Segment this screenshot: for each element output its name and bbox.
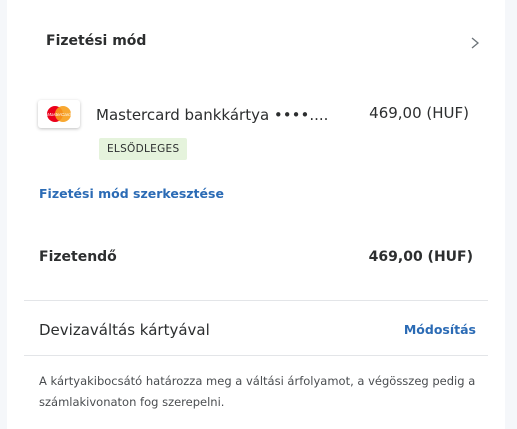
edit-payment-method-link[interactable]: Fizetési mód szerkesztése — [39, 186, 224, 201]
divider — [24, 300, 488, 301]
mastercard-logo-text: MasterCard — [47, 112, 71, 117]
total-value: 469,00 (HUF) — [368, 249, 473, 265]
conversion-label: Devizaváltás kártyával — [39, 321, 210, 339]
payment-method-header[interactable]: Fizetési mód — [46, 31, 486, 55]
mastercard-logo-icon: MasterCard — [38, 100, 80, 128]
card-name: Mastercard bankkártya ••••.... — [96, 106, 329, 124]
payment-panel: Fizetési mód MasterCard Mastercard bankk… — [7, 0, 505, 429]
chevron-right-icon — [471, 37, 480, 49]
conversion-note: A kártyakibocsátó határozza meg a váltás… — [39, 374, 476, 409]
modify-conversion-link[interactable]: Módosítás — [404, 322, 476, 337]
primary-badge: ELSŐDLEGES — [99, 138, 188, 160]
total-label: Fizetendő — [39, 249, 117, 265]
divider — [24, 355, 488, 356]
card-amount: 469,00 (HUF) — [369, 104, 469, 122]
payment-method-title: Fizetési mód — [46, 33, 147, 49]
